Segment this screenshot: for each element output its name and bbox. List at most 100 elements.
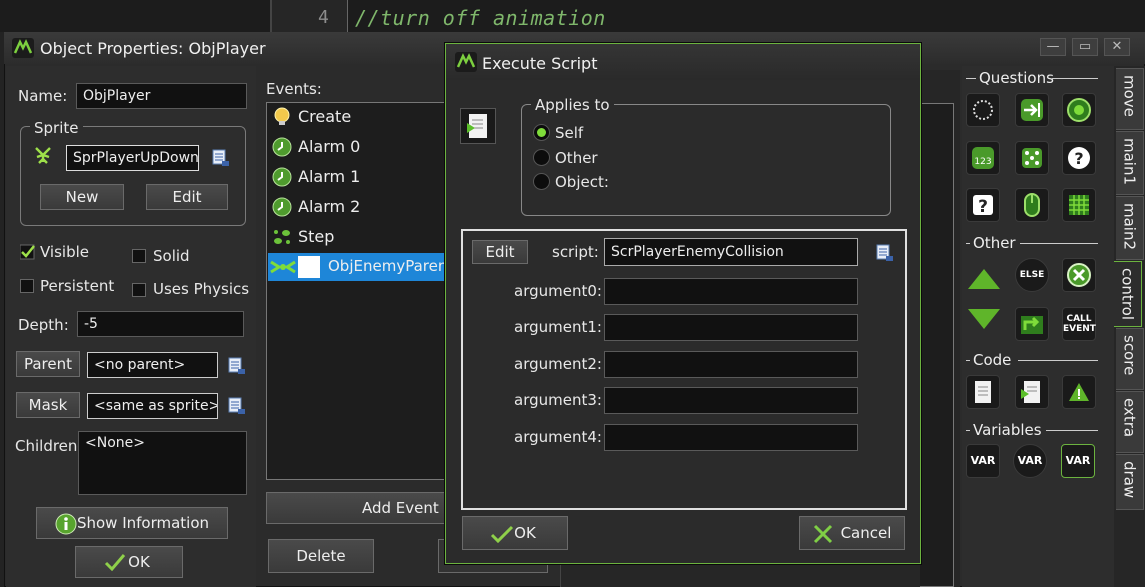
name-label: Name:: [18, 87, 68, 105]
script-menu-icon[interactable]: [876, 244, 894, 262]
tab-label: control: [1118, 268, 1137, 320]
tab-main2[interactable]: main2: [1116, 196, 1144, 260]
execute-code-tile[interactable]: [966, 375, 1000, 409]
svg-text:?: ?: [1074, 149, 1083, 168]
step-icon: [274, 230, 290, 244]
parent-input[interactable]: <no parent>: [87, 352, 218, 378]
mask-input[interactable]: <same as sprite>: [87, 393, 218, 419]
edit-sprite-button[interactable]: Edit: [146, 184, 228, 210]
tab-label: draw: [1120, 461, 1139, 499]
execute-script-tile[interactable]: [1015, 375, 1049, 409]
info-icon: [55, 513, 77, 535]
test-chance-tile[interactable]: [1015, 141, 1049, 175]
check-question-tile[interactable]: ?: [1062, 141, 1096, 175]
sprite-menu-icon[interactable]: [212, 149, 230, 167]
children-list[interactable]: <None>: [78, 431, 247, 495]
parent-menu-icon[interactable]: [228, 357, 246, 375]
check-empty-tile[interactable]: [966, 93, 1000, 127]
depth-input[interactable]: -5: [77, 311, 244, 337]
maximize-button[interactable]: ▭: [1072, 38, 1098, 56]
actions-list[interactable]: [920, 103, 954, 587]
check-grid-tile[interactable]: [1062, 188, 1096, 222]
argument3-input[interactable]: [604, 387, 858, 414]
tab-control[interactable]: control: [1114, 261, 1142, 327]
script-action-icon: [460, 108, 496, 144]
edit-script-button[interactable]: Edit: [472, 240, 528, 264]
argument2-label: argument2:: [514, 355, 602, 373]
comment-tile[interactable]: [1062, 375, 1096, 409]
sprite-preview-icon: [35, 147, 51, 164]
parent-button[interactable]: Parent: [16, 351, 80, 377]
test-expression-tile[interactable]: ?: [966, 188, 1000, 222]
solid-checkbox[interactable]: [132, 249, 146, 263]
ok-button[interactable]: OK: [75, 546, 183, 578]
start-block-icon[interactable]: [966, 265, 1002, 293]
event-item[interactable]: Step: [268, 223, 444, 251]
questions-divider: [1052, 78, 1098, 79]
code-line-number: 4: [318, 7, 329, 28]
repeat-tile[interactable]: [1015, 307, 1049, 341]
event-item[interactable]: Alarm 1: [268, 163, 444, 191]
event-text: EVENT: [1063, 324, 1096, 334]
code-line[interactable]: //turn off animation: [355, 6, 606, 30]
sprite-input[interactable]: SprPlayerUpDown: [66, 145, 199, 171]
test-variable-tile[interactable]: VAR: [1013, 444, 1047, 478]
tab-draw[interactable]: draw: [1116, 454, 1144, 510]
svg-text:123: 123: [974, 157, 991, 167]
event-item[interactable]: Alarm 0: [268, 133, 444, 161]
tab-score[interactable]: score: [1116, 328, 1144, 390]
collision-icon: [270, 260, 296, 274]
delete-event-button[interactable]: Delete: [268, 539, 374, 573]
other-radio[interactable]: [533, 149, 550, 166]
argument4-input[interactable]: [604, 424, 858, 451]
test-instance-count-tile[interactable]: 123: [966, 141, 1000, 175]
check-collision-tile[interactable]: [1015, 93, 1049, 127]
show-information-label: Show Information: [76, 514, 210, 532]
variables-divider: [1046, 430, 1098, 431]
tab-main1[interactable]: main1: [1116, 131, 1144, 195]
green-ball-icon: [1067, 98, 1091, 122]
argument1-input[interactable]: [604, 314, 858, 341]
radio-selected-dot: [537, 128, 546, 137]
script-input[interactable]: ScrPlayerEnemyCollision: [604, 238, 858, 266]
argument1-label: argument1:: [514, 318, 602, 336]
call-event-tile[interactable]: CALL EVENT: [1062, 307, 1096, 341]
checkmark-icon: [490, 525, 514, 543]
mask-button[interactable]: Mask: [16, 392, 80, 418]
argument2-input[interactable]: [604, 351, 858, 378]
argument0-input[interactable]: [604, 278, 858, 305]
tab-extra[interactable]: extra: [1116, 391, 1144, 453]
other-label: Other: [555, 149, 598, 167]
applies-to-title: Applies to: [531, 96, 614, 114]
close-button[interactable]: ✕: [1104, 38, 1130, 56]
argument3-label: argument3:: [514, 391, 602, 409]
mask-menu-icon[interactable]: [228, 397, 246, 415]
tab-move[interactable]: move: [1116, 68, 1144, 130]
minimize-button[interactable]: —: [1040, 38, 1066, 56]
mouse-icon: [1024, 193, 1040, 217]
draw-variable-tile[interactable]: VAR: [1061, 444, 1095, 478]
name-input[interactable]: ObjPlayer: [76, 83, 247, 109]
check-mouse-tile[interactable]: [1015, 188, 1049, 222]
object-radio[interactable]: [533, 173, 550, 190]
set-variable-tile[interactable]: VAR: [966, 444, 1000, 478]
questions-header: Questions: [976, 69, 1057, 87]
event-item[interactable]: Alarm 2: [268, 193, 444, 221]
alarm-icon: [272, 137, 292, 157]
other-divider: [1020, 243, 1098, 244]
persistent-checkbox[interactable]: [20, 279, 34, 293]
uses-physics-checkbox[interactable]: [132, 283, 146, 297]
add-event-button[interactable]: Add Event: [266, 492, 446, 524]
new-sprite-button[interactable]: New: [40, 184, 124, 210]
exit-event-tile[interactable]: [1062, 258, 1096, 292]
dialog-ok-button[interactable]: OK: [462, 516, 568, 550]
else-tile[interactable]: ELSE: [1015, 258, 1049, 292]
event-item-selected[interactable]: ObjEnemyParen: [268, 253, 447, 281]
self-radio[interactable]: [533, 124, 550, 141]
visible-checkbox[interactable]: [19, 244, 35, 260]
dotted-circle-icon: [973, 100, 993, 120]
event-item[interactable]: Create: [268, 103, 444, 131]
end-block-icon[interactable]: [966, 305, 1002, 333]
check-object-tile[interactable]: [1062, 93, 1096, 127]
count-123-icon: 123: [972, 147, 994, 169]
